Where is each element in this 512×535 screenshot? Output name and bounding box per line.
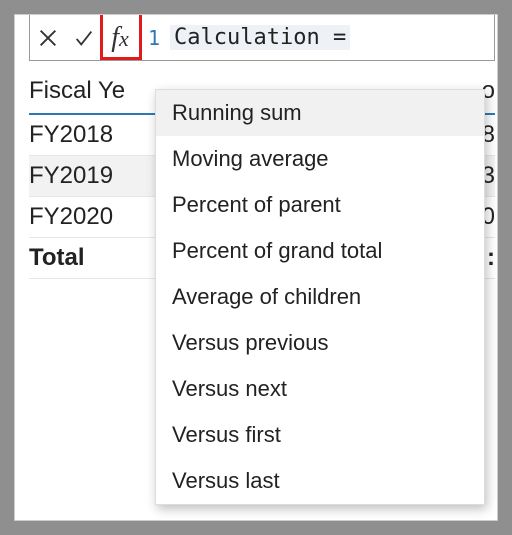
header-fiscal-year[interactable]: Fiscal Ye [29,77,139,105]
cancel-icon[interactable] [30,15,66,60]
calculation-dropdown: Running sum Moving average Percent of pa… [155,89,485,505]
cell-year: FY2019 [29,162,139,190]
dropdown-item-versus-first[interactable]: Versus first [156,412,484,458]
cell-year: FY2018 [29,121,139,149]
cell-year: FY2020 [29,203,139,231]
line-number: 1 [148,26,160,50]
dropdown-item-running-sum[interactable]: Running sum [156,90,484,136]
formula-bar: fx 1 Calculation = [29,15,495,61]
dropdown-item-percent-of-parent[interactable]: Percent of parent [156,182,484,228]
commit-icon[interactable] [66,15,102,60]
dropdown-item-versus-previous[interactable]: Versus previous [156,320,484,366]
dropdown-item-percent-of-grand-total[interactable]: Percent of grand total [156,228,484,274]
dropdown-item-versus-last[interactable]: Versus last [156,458,484,504]
total-label: Total [29,244,139,272]
dropdown-item-average-of-children[interactable]: Average of children [156,274,484,320]
fx-icon[interactable]: fx [102,15,138,60]
app-window: fx 1 Calculation = Fiscal Ye o FY2018 8 … [14,14,498,521]
dropdown-item-moving-average[interactable]: Moving average [156,136,484,182]
formula-input[interactable]: Calculation = [170,25,350,50]
dropdown-item-versus-next[interactable]: Versus next [156,366,484,412]
